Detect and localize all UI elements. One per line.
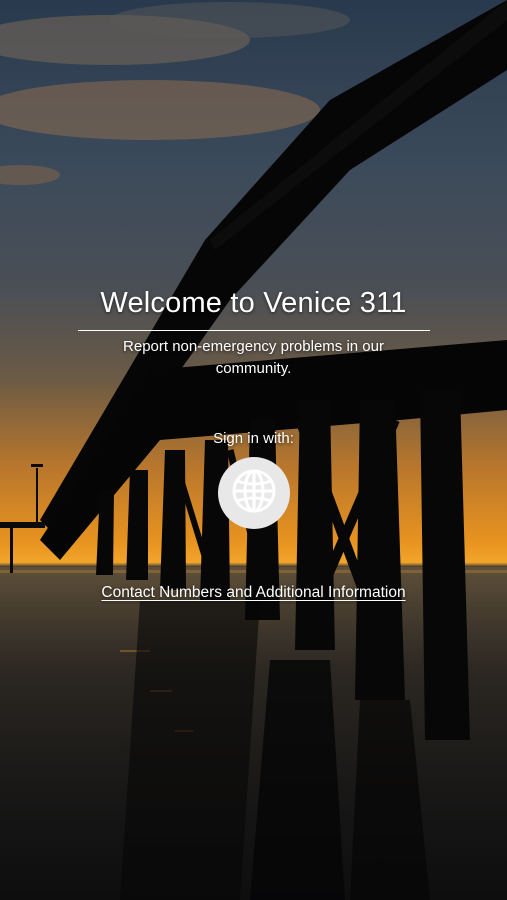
sign-in-label: Sign in with:	[213, 430, 294, 447]
page-title: Welcome to Venice 311	[100, 287, 407, 319]
globe-icon	[229, 466, 279, 521]
sign-in-provider-button[interactable]	[217, 457, 290, 529]
title-divider	[77, 330, 430, 331]
welcome-panel: Welcome to Venice 311 Report non-emergen…	[0, 0, 507, 900]
page-subtitle: Report non-emergency problems in our com…	[123, 338, 384, 377]
contact-info-link[interactable]: Contact Numbers and Additional Informati…	[101, 584, 405, 602]
